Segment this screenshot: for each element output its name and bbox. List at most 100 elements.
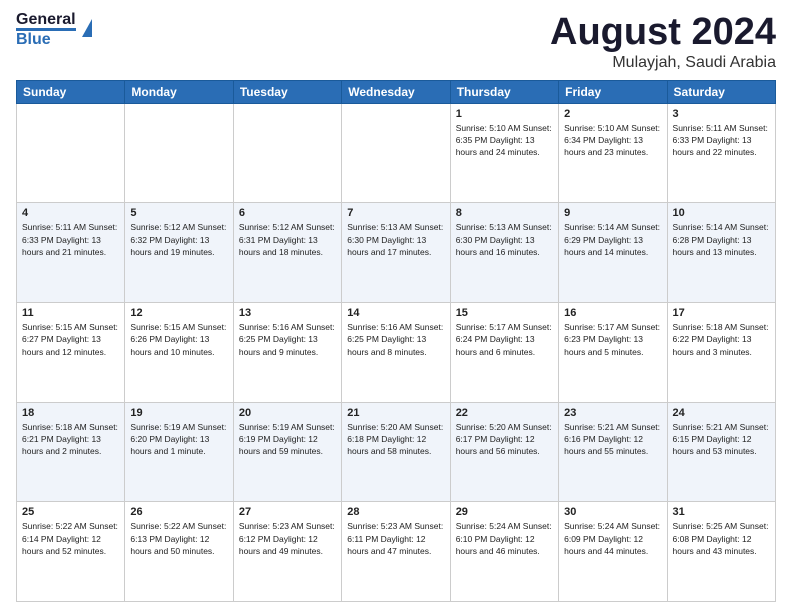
page: General Blue August 2024 Mulayjah, Saudi… (0, 0, 792, 612)
day-number: 29 (456, 506, 553, 518)
day-info: Sunrise: 5:10 AM Sunset: 6:35 PM Dayligh… (456, 122, 553, 159)
logo-top: General (16, 12, 76, 28)
day-info: Sunrise: 5:18 AM Sunset: 6:21 PM Dayligh… (22, 421, 119, 458)
day-header-saturday: Saturday (667, 80, 775, 103)
calendar-cell: 9Sunrise: 5:14 AM Sunset: 6:29 PM Daylig… (559, 203, 667, 303)
day-number: 25 (22, 506, 119, 518)
title-block: August 2024 Mulayjah, Saudi Arabia (550, 12, 776, 72)
calendar-cell: 13Sunrise: 5:16 AM Sunset: 6:25 PM Dayli… (233, 303, 341, 403)
day-number: 7 (347, 207, 444, 219)
calendar-cell: 15 Sunrise: 5:17 AM Sunset: 6:24 PM Dayli… (450, 303, 558, 403)
day-info: Sunrise: 5:20 AM Sunset: 6:18 PM Dayligh… (347, 421, 444, 458)
calendar-cell: 17 Sunrise: 5:18 AM Sunset: 6:22 PM Dayli… (667, 303, 775, 403)
day-info: Sunrise: 5:17 AM Sunset: 6:24 PM Dayligh… (456, 321, 553, 358)
day-header-tuesday: Tuesday (233, 80, 341, 103)
week-row-4: 18 Sunrise: 5:18 AM Sunset: 6:21 PM Dayli… (17, 402, 776, 502)
day-number: 11 (22, 307, 119, 319)
day-number: 15 (456, 307, 553, 319)
calendar-cell: 23Sunrise: 5:21 AM Sunset: 6:16 PM Dayli… (559, 402, 667, 502)
calendar-cell: 27Sunrise: 5:23 AM Sunset: 6:12 PM Dayli… (233, 502, 341, 602)
calendar-cell: 31Sunrise: 5:25 AM Sunset: 6:08 PM Dayli… (667, 502, 775, 602)
calendar-cell: 14 Sunrise: 5:16 AM Sunset: 6:25 PM Dayli… (342, 303, 450, 403)
day-number: 16 (564, 307, 661, 319)
day-info: Sunrise: 5:22 AM Sunset: 6:14 PM Dayligh… (22, 520, 119, 557)
day-info: Sunrise: 5:25 AM Sunset: 6:08 PM Dayligh… (673, 520, 770, 557)
day-number: 19 (130, 407, 227, 419)
day-header-friday: Friday (559, 80, 667, 103)
day-info: Sunrise: 5:19 AM Sunset: 6:19 PM Dayligh… (239, 421, 336, 458)
logo-text-group: General Blue (16, 12, 76, 48)
calendar-cell: 2 Sunrise: 5:10 AM Sunset: 6:34 PM Daylig… (559, 103, 667, 203)
logo: General Blue (16, 12, 92, 48)
calendar-cell: 26 Sunrise: 5:22 AM Sunset: 6:13 PM Dayli… (125, 502, 233, 602)
month-title: August 2024 (550, 12, 776, 54)
day-header-monday: Monday (125, 80, 233, 103)
day-info: Sunrise: 5:16 AM Sunset: 6:25 PM Dayligh… (239, 321, 336, 358)
day-number: 9 (564, 207, 661, 219)
calendar-cell: 7 Sunrise: 5:13 AM Sunset: 6:30 PM Daylig… (342, 203, 450, 303)
day-number: 3 (673, 108, 770, 120)
calendar-cell: 16 Sunrise: 5:17 AM Sunset: 6:23 PM Dayli… (559, 303, 667, 403)
calendar-cell (342, 103, 450, 203)
day-header-sunday: Sunday (17, 80, 125, 103)
day-info: Sunrise: 5:12 AM Sunset: 6:31 PM Dayligh… (239, 221, 336, 258)
day-number: 18 (22, 407, 119, 419)
day-number: 14 (347, 307, 444, 319)
week-row-3: 11 Sunrise: 5:15 AM Sunset: 6:27 PM Dayli… (17, 303, 776, 403)
day-header-wednesday: Wednesday (342, 80, 450, 103)
calendar-cell: 29 Sunrise: 5:24 AM Sunset: 6:10 PM Dayli… (450, 502, 558, 602)
day-info: Sunrise: 5:22 AM Sunset: 6:13 PM Dayligh… (130, 520, 227, 557)
day-info: Sunrise: 5:21 AM Sunset: 6:15 PM Dayligh… (673, 421, 770, 458)
day-info: Sunrise: 5:15 AM Sunset: 6:26 PM Dayligh… (130, 321, 227, 358)
calendar-cell: 18 Sunrise: 5:18 AM Sunset: 6:21 PM Dayli… (17, 402, 125, 502)
week-row-2: 4 Sunrise: 5:11 AM Sunset: 6:33 PM Daylig… (17, 203, 776, 303)
day-info: Sunrise: 5:24 AM Sunset: 6:09 PM Dayligh… (564, 520, 661, 557)
logo-bottom: Blue (16, 28, 76, 48)
day-info: Sunrise: 5:23 AM Sunset: 6:11 PM Dayligh… (347, 520, 444, 557)
week-row-1: 1 Sunrise: 5:10 AM Sunset: 6:35 PM Daylig… (17, 103, 776, 203)
day-number: 12 (130, 307, 227, 319)
logo-triangle-icon (82, 19, 92, 37)
day-number: 17 (673, 307, 770, 319)
day-number: 27 (239, 506, 336, 518)
day-info: Sunrise: 5:10 AM Sunset: 6:34 PM Dayligh… (564, 122, 661, 159)
day-number: 28 (347, 506, 444, 518)
day-number: 24 (673, 407, 770, 419)
day-info: Sunrise: 5:11 AM Sunset: 6:33 PM Dayligh… (673, 122, 770, 159)
calendar-cell: 19Sunrise: 5:19 AM Sunset: 6:20 PM Dayli… (125, 402, 233, 502)
day-number: 8 (456, 207, 553, 219)
day-number: 6 (239, 207, 336, 219)
day-info: Sunrise: 5:17 AM Sunset: 6:23 PM Dayligh… (564, 321, 661, 358)
day-info: Sunrise: 5:16 AM Sunset: 6:25 PM Dayligh… (347, 321, 444, 358)
calendar-cell: 11 Sunrise: 5:15 AM Sunset: 6:27 PM Dayli… (17, 303, 125, 403)
day-number: 23 (564, 407, 661, 419)
day-info: Sunrise: 5:15 AM Sunset: 6:27 PM Dayligh… (22, 321, 119, 358)
location: Mulayjah, Saudi Arabia (550, 54, 776, 72)
day-number: 21 (347, 407, 444, 419)
calendar-cell: 8Sunrise: 5:13 AM Sunset: 6:30 PM Daylig… (450, 203, 558, 303)
day-info: Sunrise: 5:11 AM Sunset: 6:33 PM Dayligh… (22, 221, 119, 258)
calendar-cell: 4 Sunrise: 5:11 AM Sunset: 6:33 PM Daylig… (17, 203, 125, 303)
day-number: 2 (564, 108, 661, 120)
day-info: Sunrise: 5:24 AM Sunset: 6:10 PM Dayligh… (456, 520, 553, 557)
day-number: 5 (130, 207, 227, 219)
calendar-cell: 10Sunrise: 5:14 AM Sunset: 6:28 PM Dayli… (667, 203, 775, 303)
day-info: Sunrise: 5:13 AM Sunset: 6:30 PM Dayligh… (347, 221, 444, 258)
day-number: 1 (456, 108, 553, 120)
day-number: 4 (22, 207, 119, 219)
calendar-cell: 1 Sunrise: 5:10 AM Sunset: 6:35 PM Daylig… (450, 103, 558, 203)
calendar-cell (17, 103, 125, 203)
day-info: Sunrise: 5:18 AM Sunset: 6:22 PM Dayligh… (673, 321, 770, 358)
day-info: Sunrise: 5:20 AM Sunset: 6:17 PM Dayligh… (456, 421, 553, 458)
calendar-table: SundayMondayTuesdayWednesdayThursdayFrid… (16, 80, 776, 602)
day-number: 10 (673, 207, 770, 219)
calendar-cell: 22 Sunrise: 5:20 AM Sunset: 6:17 PM Dayli… (450, 402, 558, 502)
day-number: 20 (239, 407, 336, 419)
day-info: Sunrise: 5:12 AM Sunset: 6:32 PM Dayligh… (130, 221, 227, 258)
day-number: 26 (130, 506, 227, 518)
day-number: 22 (456, 407, 553, 419)
calendar-cell: 12 Sunrise: 5:15 AM Sunset: 6:26 PM Dayli… (125, 303, 233, 403)
calendar-cell: 5 Sunrise: 5:12 AM Sunset: 6:32 PM Daylig… (125, 203, 233, 303)
day-header-thursday: Thursday (450, 80, 558, 103)
calendar-cell: 3 Sunrise: 5:11 AM Sunset: 6:33 PM Daylig… (667, 103, 775, 203)
